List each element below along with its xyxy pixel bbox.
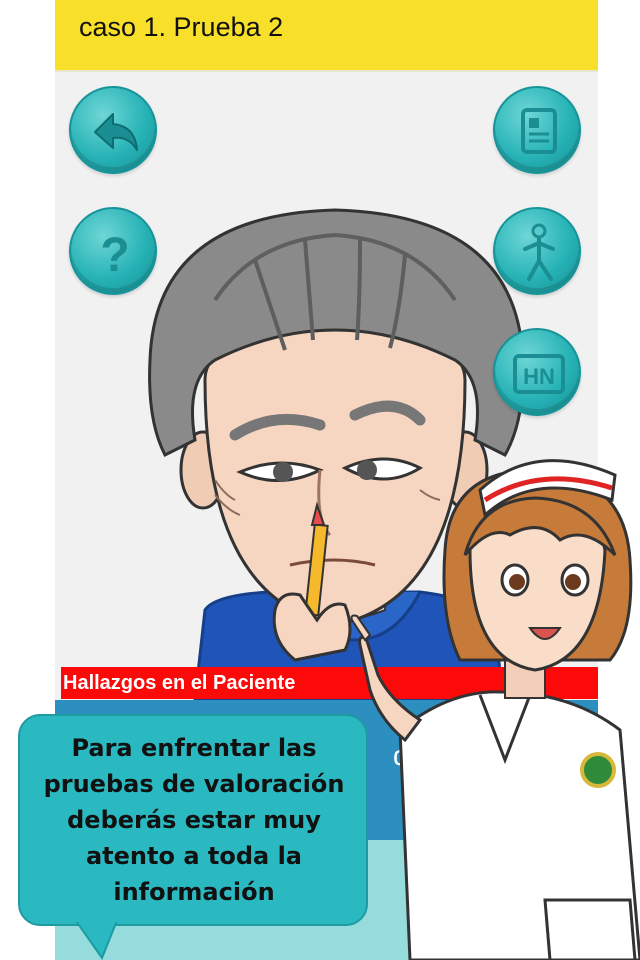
patient-exam-button[interactable] [493,207,581,295]
clinical-record-button[interactable] [493,86,581,174]
back-arrow-icon [94,113,138,151]
speech-bubble-tail [72,918,122,960]
question-mark-icon: ? [100,229,129,282]
findings-title: Hallazgos en el Paciente [63,672,296,694]
help-button[interactable]: ? [69,207,157,295]
document-icon [521,108,557,154]
walking-person-icon [523,223,555,281]
hn-button[interactable]: HN [493,328,581,416]
svg-text:HN: HN [523,364,555,389]
nurse-illustration [350,459,640,960]
svg-text:?: ? [100,229,129,282]
speech-bubble: Para enfrentar las pruebas de valoración… [18,714,368,926]
speech-bubble-text: Para enfrentar las pruebas de valoración… [43,734,345,906]
hn-icon: HN [513,354,565,394]
back-button[interactable] [69,86,157,174]
